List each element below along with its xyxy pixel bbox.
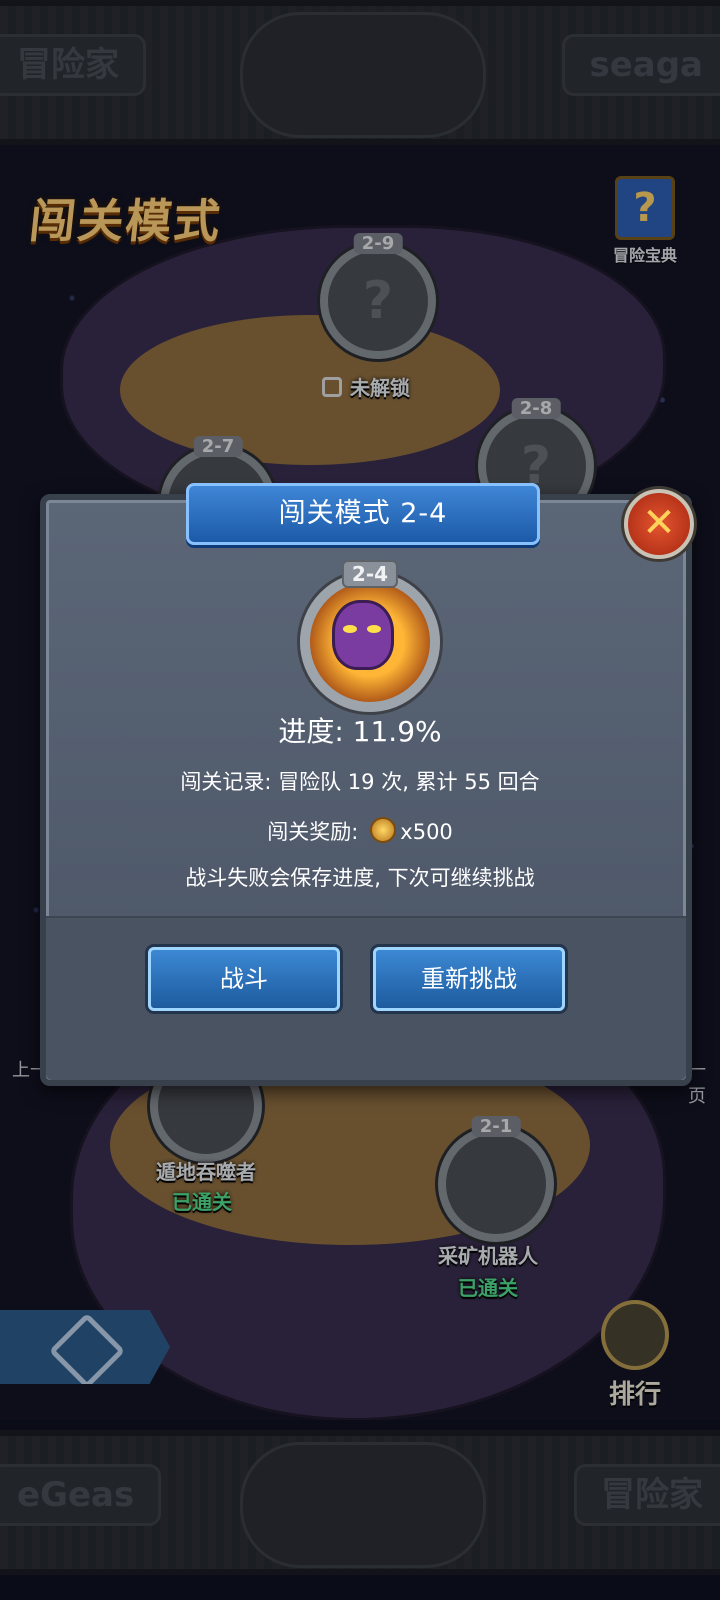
progress-text: 进度: 11.9% bbox=[278, 715, 442, 748]
tip-text: 战斗失败会保存进度, 下次可继续挑战 bbox=[185, 866, 535, 890]
reward-row: 闯关奖励: x500 bbox=[40, 816, 680, 846]
reward-amount: x500 bbox=[400, 820, 453, 844]
close-button[interactable]: ✕ bbox=[624, 489, 694, 559]
coin-icon bbox=[370, 817, 397, 843]
boss-stage-tag: 2-4 bbox=[341, 560, 399, 588]
demon-face-icon bbox=[332, 600, 394, 670]
reward-label: 闯关奖励: bbox=[267, 820, 359, 844]
record-text: 闯关记录: 冒险队 19 次, 累计 55 回合 bbox=[180, 770, 540, 794]
fight-button[interactable]: 战斗 bbox=[148, 947, 340, 1011]
boss-medal-icon: 2-4 bbox=[300, 560, 440, 712]
dialog-footer bbox=[46, 916, 686, 1080]
retry-button[interactable]: 重新挑战 bbox=[373, 947, 565, 1011]
dialog-title-banner: 闯关模式 2-4 bbox=[186, 483, 540, 545]
